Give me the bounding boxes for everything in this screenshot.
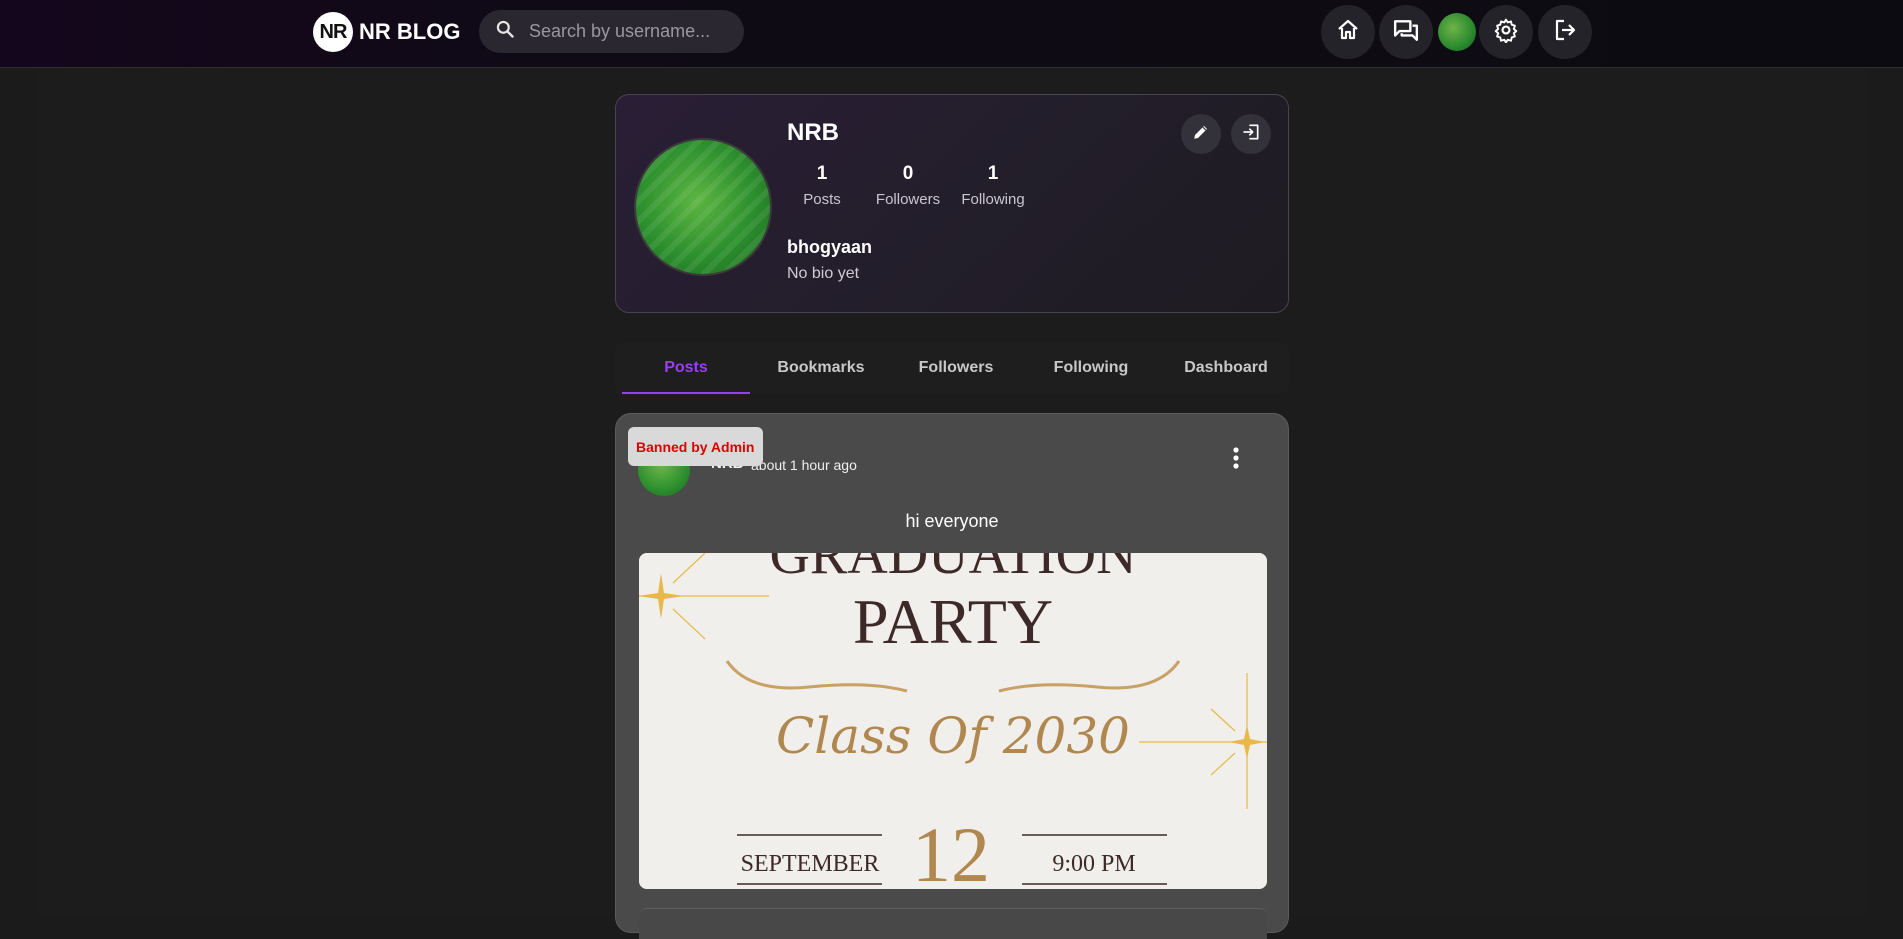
- top-navbar: NR NR BLOG: [0, 0, 1903, 68]
- home-icon: [1336, 18, 1360, 47]
- brand-logo[interactable]: NR NR BLOG: [313, 12, 460, 52]
- stat-following[interactable]: 1 Following: [953, 163, 1033, 208]
- search-input[interactable]: [527, 20, 731, 43]
- image-day: 12: [912, 811, 990, 889]
- image-line1: GRADUATION: [769, 553, 1136, 586]
- image-line2: PARTY: [853, 586, 1053, 657]
- image-subtitle: Class Of 2030: [776, 707, 1130, 765]
- image-time: 9:00 PM: [1052, 851, 1135, 877]
- tab-bookmarks[interactable]: Bookmarks: [757, 342, 885, 394]
- logo-text: NR BLOG: [359, 19, 461, 44]
- messages-button[interactable]: [1379, 5, 1433, 59]
- logout-button[interactable]: [1538, 5, 1592, 59]
- gear-icon: [1493, 17, 1519, 48]
- stat-value: 0: [902, 163, 914, 184]
- stat-label: Followers: [875, 191, 941, 208]
- post-menu-button[interactable]: [1224, 446, 1248, 474]
- post-text: hi everyone: [905, 511, 999, 531]
- profile-bio: No bio yet: [787, 265, 860, 282]
- tab-dashboard[interactable]: Dashboard: [1162, 342, 1290, 394]
- tab-posts[interactable]: Posts: [622, 342, 750, 394]
- stat-posts[interactable]: 1 Posts: [782, 163, 862, 208]
- stat-label: Posts: [803, 191, 841, 208]
- chat-icon: [1393, 17, 1419, 48]
- profile-card: NRB 1 Posts 0 Followers 1 Following bhog…: [615, 94, 1289, 313]
- leave-button[interactable]: [1231, 114, 1271, 154]
- stat-value: 1: [987, 163, 999, 184]
- post-footer: [639, 908, 1267, 939]
- leave-icon: [1241, 122, 1261, 147]
- post-card: NRB about 1 hour ago Banned by Admin hi …: [615, 413, 1289, 939]
- home-button[interactable]: [1321, 5, 1375, 59]
- post-image[interactable]: GRADUATION PARTY Class Of 2030 SEPTEMBER…: [639, 553, 1267, 889]
- post-time: about 1 hour ago: [751, 457, 857, 473]
- stat-value: 1: [816, 163, 828, 184]
- stat-followers[interactable]: 0 Followers: [868, 163, 948, 208]
- profile-name: NRB: [787, 119, 839, 146]
- settings-button[interactable]: [1479, 5, 1533, 59]
- tab-followers[interactable]: Followers: [892, 342, 1020, 394]
- logo-mark: NR: [313, 12, 353, 52]
- search-bar: [479, 10, 744, 53]
- logout-icon: [1553, 18, 1577, 47]
- stat-label: Following: [961, 191, 1025, 208]
- search-icon: [495, 19, 515, 44]
- edit-icon: [1192, 123, 1210, 146]
- active-tab-indicator: [622, 392, 750, 394]
- avatar[interactable]: [1438, 13, 1476, 51]
- profile-avatar[interactable]: [634, 138, 772, 276]
- tab-following[interactable]: Following: [1027, 342, 1155, 394]
- banned-badge: Banned by Admin: [628, 427, 763, 466]
- image-month: SEPTEMBER: [741, 851, 880, 877]
- profile-tabs: Posts Bookmarks Followers Following Dash…: [615, 342, 1289, 394]
- profile-username: bhogyaan: [787, 237, 873, 257]
- more-vertical-icon: [1233, 446, 1239, 474]
- edit-profile-button[interactable]: [1181, 114, 1221, 154]
